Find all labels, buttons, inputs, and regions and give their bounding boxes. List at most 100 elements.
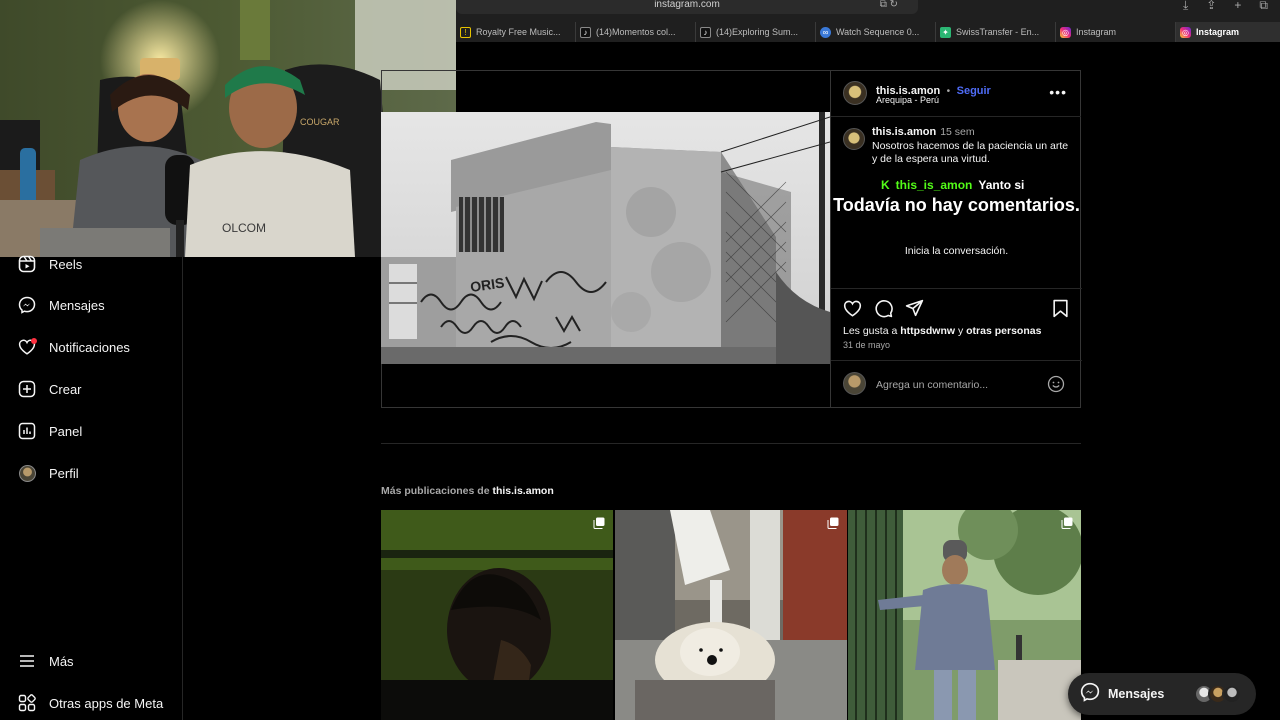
start-conversation-text: Inicia la conversación. <box>904 245 1009 257</box>
tab-label: Watch Sequence 0... <box>836 27 920 37</box>
post-date: 31 de mayo <box>843 340 891 350</box>
comment-input[interactable]: Agrega un comentario... <box>876 379 988 391</box>
tab-label: Instagram <box>1076 27 1117 37</box>
tab-overview-icon[interactable]: ⧉ <box>1259 0 1268 11</box>
sidebar-item-crear[interactable]: Crear <box>17 377 82 401</box>
browser-tab-bar: ! Royalty Free Music... ♪ (14)Momentos c… <box>456 22 1280 42</box>
carousel-icon <box>593 516 605 529</box>
carousel-icon <box>827 516 839 529</box>
caption-text: Nosotros hacemos de la paciencia un arte… <box>872 139 1069 166</box>
tab-label: (14)Exploring Sum... <box>716 27 799 37</box>
sequence-icon: ∞ <box>820 26 831 38</box>
notification-badge <box>31 338 37 344</box>
sidebar-item-label: Panel <box>49 423 83 439</box>
sidebar-item-label: Reels <box>49 256 83 272</box>
download-icon[interactable]: ⤓ <box>1183 0 1188 11</box>
sidebar-item-label: Mensajes <box>49 297 105 313</box>
likes-and: y <box>957 325 964 337</box>
url-text: instagram.com <box>654 0 720 10</box>
more-options-icon[interactable]: ••• <box>1049 84 1067 100</box>
browser-tab[interactable]: ! Royalty Free Music... <box>456 22 576 42</box>
plus-square-icon <box>17 379 37 399</box>
likes-others[interactable]: otras personas <box>966 325 1041 337</box>
sidebar-item-panel[interactable]: Panel <box>17 419 82 443</box>
likes-summary: Les gusta a httpsdwnw y otras personas <box>843 325 1041 337</box>
messages-label: Mensajes <box>1108 687 1165 701</box>
like-heart-icon[interactable] <box>843 299 862 323</box>
no-comments-text: Todavía no hay comentarios. <box>833 195 1080 215</box>
tab-label: Royalty Free Music... <box>476 27 561 37</box>
chat-username: this_is_amon <box>895 178 973 192</box>
separator-dot: • <box>946 86 951 97</box>
likes-user[interactable]: httpsdwnw <box>900 325 955 337</box>
tab-label: (14)Momentos col... <box>596 27 676 37</box>
sidebar-item-label: Otras apps de Meta <box>49 695 164 711</box>
sidebar-item-reels[interactable]: Reels <box>17 252 82 276</box>
more-post-thumbnail[interactable] <box>381 510 613 720</box>
sidebar-item-mensajes[interactable]: Mensajes <box>17 293 105 317</box>
comment-bubble-icon[interactable] <box>874 299 893 323</box>
share-paper-plane-icon[interactable] <box>905 299 924 323</box>
sidebar-item-notificaciones[interactable]: Notificaciones <box>17 335 130 359</box>
heart-icon <box>17 337 37 357</box>
sidebar-item-label: Perfil <box>49 465 79 481</box>
more-post-thumbnail[interactable] <box>615 510 847 720</box>
more-posts-prefix: Más publicaciones de <box>381 485 490 497</box>
emoji-icon[interactable] <box>1047 375 1065 398</box>
follow-button[interactable]: Seguir <box>957 85 991 97</box>
reels-icon <box>17 254 37 274</box>
divider <box>831 288 1082 289</box>
sidebar-item-label: Notificaciones <box>49 339 130 355</box>
post-header: this.is.amon • Seguir Arequipa - Perú ••… <box>831 70 1081 117</box>
hamburger-icon <box>17 651 37 671</box>
post-actions <box>843 299 924 323</box>
browser-toolbar-right: ⤓ ⇪ + ⧉ <box>1183 0 1268 11</box>
kick-logo: K <box>881 178 890 192</box>
browser-tab[interactable]: ♪ (14)Exploring Sum... <box>696 22 816 42</box>
caption-avatar[interactable] <box>843 128 865 150</box>
carousel-icon <box>1061 516 1073 529</box>
share-icon[interactable]: ⇪ <box>1206 0 1216 11</box>
browser-tab-active[interactable]: ◎ Instagram <box>1176 22 1280 42</box>
warning-triangle-icon: ! <box>460 26 471 38</box>
svg-text:COUGAR: COUGAR <box>300 117 340 127</box>
bookmark-icon[interactable] <box>1052 299 1069 323</box>
bar-chart-icon <box>17 421 37 441</box>
post-image[interactable]: ORIS <box>381 112 830 364</box>
caption-time: 15 sem <box>940 126 975 138</box>
thumbnail-photo-portrait <box>381 510 613 720</box>
sidebar-item-otras-apps-meta[interactable]: Otras apps de Meta <box>17 691 163 715</box>
thumbnail-photo-man-park <box>848 510 1081 720</box>
tiktok-icon: ♪ <box>580 26 591 38</box>
more-post-thumbnail[interactable] <box>848 510 1081 720</box>
messages-avatars <box>1194 684 1242 704</box>
post-location[interactable]: Arequipa - Perú <box>876 95 939 105</box>
browser-tab[interactable]: ♪ (14)Momentos col... <box>576 22 696 42</box>
sidebar-item-perfil[interactable]: Perfil <box>17 461 79 485</box>
browser-tab[interactable]: ✦ SwissTransfer - En... <box>936 22 1056 42</box>
more-posts-user[interactable]: this.is.amon <box>492 485 553 497</box>
tiktok-icon: ♪ <box>700 26 711 38</box>
url-bar-icons: ⧉ ↻ <box>880 0 898 10</box>
reload-icon[interactable]: ↻ <box>890 0 898 10</box>
browser-tab[interactable]: ◎ Instagram <box>1056 22 1176 42</box>
section-divider <box>381 443 1081 444</box>
caption-username[interactable]: this.is.amon <box>872 126 936 138</box>
instagram-icon: ◎ <box>1060 26 1071 38</box>
avatar <box>1222 684 1242 704</box>
messages-floating-button[interactable]: Mensajes <box>1068 673 1256 715</box>
translate-icon[interactable]: ⧉ <box>880 0 887 10</box>
post-author-avatar[interactable] <box>843 81 867 105</box>
post-side-panel: this.is.amon • Seguir Arequipa - Perú ••… <box>830 70 1082 408</box>
thumbnail-photo-dog <box>615 510 847 720</box>
divider <box>831 360 1082 361</box>
messenger-icon <box>17 295 37 315</box>
profile-avatar <box>17 463 37 483</box>
new-tab-icon[interactable]: + <box>1234 0 1241 11</box>
tab-label: Instagram <box>1196 27 1240 37</box>
stream-chat-overlay: Kthis_is_amon Yanto si <box>881 178 1024 192</box>
browser-tab[interactable]: ∞ Watch Sequence 0... <box>816 22 936 42</box>
sidebar-item-mas[interactable]: Más <box>17 649 74 673</box>
tab-label: SwissTransfer - En... <box>956 27 1040 37</box>
url-bar[interactable]: instagram.com ⧉ ↻ <box>456 0 918 14</box>
